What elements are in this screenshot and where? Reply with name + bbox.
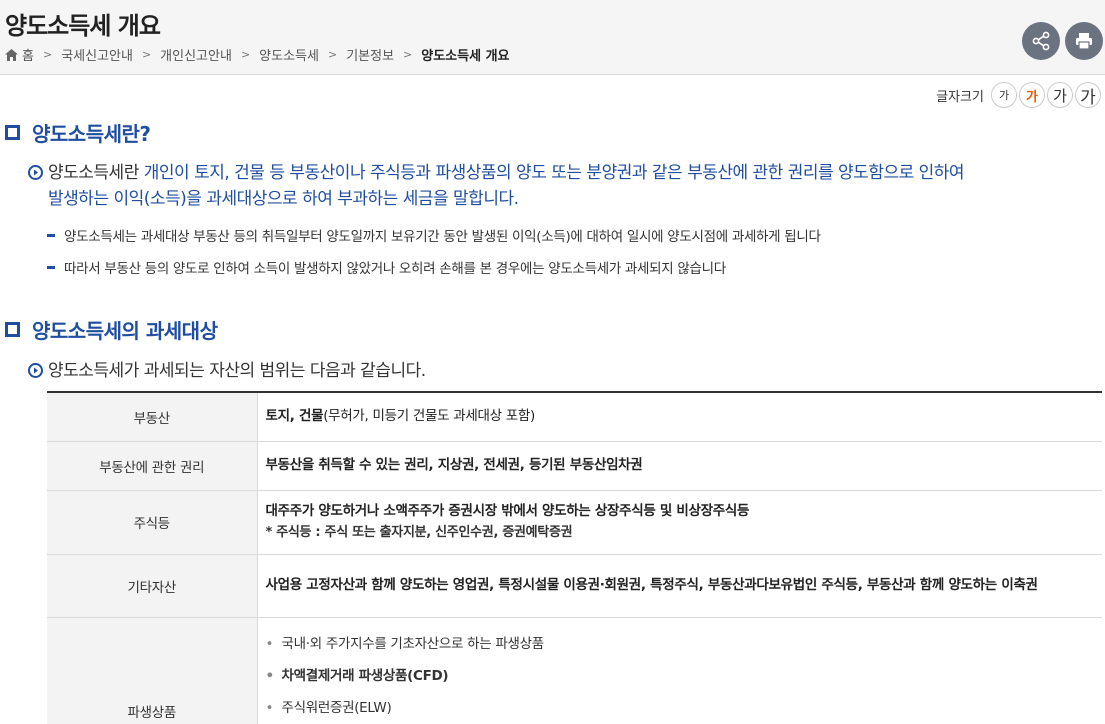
row-content: 국내·외 주가지수를 기초자산으로 하는 파생상품 차액결제거래 파생상품(CF… xyxy=(257,617,1102,724)
row-bold-text: 토지, 건물 xyxy=(265,408,324,425)
share-icon xyxy=(1032,31,1050,51)
scope-paragraph: 양도소득세가 과세되는 자산의 범위는 다음과 같습니다. xyxy=(28,358,928,384)
row-bold-text: 부동산을 취득할 수 있는 권리, 지상권, 전세권, 등기된 부동산임차권 xyxy=(265,457,643,473)
print-button[interactable] xyxy=(1065,22,1103,60)
arrow-circle-icon xyxy=(28,363,43,378)
row-content: 사업용 고정자산과 함께 양도하는 영업권, 특정시설물 이용권·회원권, 특정… xyxy=(257,554,1102,618)
list-item-text: 양도소득세는 과세대상 부동산 등의 취득일부터 양도일까지 보유기간 동안 발… xyxy=(64,229,821,245)
font-size-control: 글자크기 가 가 가 가 xyxy=(936,82,1101,108)
font-size-default-button[interactable]: 가 xyxy=(1019,82,1045,108)
chevron-right-icon: > xyxy=(240,48,251,61)
breadcrumb: 홈 > 국세신고안내 > 개인신고안내 > 양도소득세 > 기본정보 > 양도소… xyxy=(5,45,510,64)
list-item: 주식워런증권(ELW) xyxy=(266,692,1095,724)
dash-bullet-icon xyxy=(47,233,55,237)
row-content: 대주주가 양도하거나 소액주주가 증권시장 밖에서 양도하는 상장주식등 및 비… xyxy=(257,490,1102,555)
table-row: 부동산에 관한 권리 부동산을 취득할 수 있는 권리, 지상권, 전세권, 등… xyxy=(47,441,1102,491)
chevron-right-icon: > xyxy=(141,48,152,61)
square-bullet-icon xyxy=(5,322,20,337)
breadcrumb-personal-filing-guide[interactable]: 개인신고안내 xyxy=(160,45,232,64)
section-title-text: 양도소득세란? xyxy=(32,122,151,146)
font-size-small-button[interactable]: 가 xyxy=(991,82,1017,108)
row-content: 부동산을 취득할 수 있는 권리, 지상권, 전세권, 등기된 부동산임차권 xyxy=(257,441,1102,491)
definition-term: 양도소득세란 xyxy=(48,163,144,183)
row-label: 기타자산 xyxy=(47,554,258,618)
table-row: 파생상품 국내·외 주가지수를 기초자산으로 하는 파생상품 차액결제거래 파생… xyxy=(47,617,1102,724)
table-row: 주식등 대주주가 양도하거나 소액주주가 증권시장 밖에서 양도하는 상장주식등… xyxy=(47,490,1102,555)
row-label: 주식등 xyxy=(47,490,258,555)
breadcrumb-capital-gains-tax[interactable]: 양도소득세 xyxy=(259,45,319,64)
chevron-right-icon: > xyxy=(42,48,53,61)
section-title-text: 양도소득세의 과세대상 xyxy=(32,319,218,343)
font-size-large-button[interactable]: 가 xyxy=(1047,82,1073,108)
font-size-label: 글자크기 xyxy=(936,89,984,105)
chevron-right-icon: > xyxy=(327,48,338,61)
section-title-what-is: 양도소득세란? xyxy=(5,118,151,147)
square-bullet-icon xyxy=(5,125,20,140)
definition-paragraph: 양도소득세란 개인이 토지, 건물 등 부동산이나 주식등과 파생상품의 양도 … xyxy=(28,160,1088,212)
definition-continuation: 발생하는 이익(소득)을 과세대상으로 하여 부과하는 세금을 말합니다. xyxy=(48,189,519,209)
derivatives-list: 국내·외 주가지수를 기초자산으로 하는 파생상품 차액결제거래 파생상품(CF… xyxy=(266,628,1095,724)
arrow-circle-icon xyxy=(28,165,43,180)
definition-highlight: 개인이 토지, 건물 등 부동산이나 주식등과 파생상품의 양도 또는 분양권과… xyxy=(143,163,965,183)
share-button[interactable] xyxy=(1022,22,1060,60)
table-row: 부동산 토지, 건물(무허가, 미등기 건물도 과세대상 포함) xyxy=(47,392,1102,442)
table-row: 기타자산 사업용 고정자산과 함께 양도하는 영업권, 특정시설물 이용권·회원… xyxy=(47,554,1102,618)
row-bold-text: 사업용 고정자산과 함께 양도하는 영업권, 특정시설물 이용권·회원권, 특정… xyxy=(265,577,1038,593)
breadcrumb-tax-filing-guide[interactable]: 국세신고안내 xyxy=(61,45,133,64)
row-normal-text: (무허가, 미등기 건물도 과세대상 포함) xyxy=(323,408,535,425)
breadcrumb-home[interactable]: 홈 xyxy=(22,45,34,64)
row-note: * 주식등 : 주식 또는 출자지분, 신주인수권, 증권예탁증권 xyxy=(265,525,573,540)
chevron-right-icon: > xyxy=(403,48,413,61)
row-label: 부동산에 관한 권리 xyxy=(47,441,258,491)
page-header: 양도소득세 개요 홈 > 국세신고안내 > 개인신고안내 > 양도소득세 > 기… xyxy=(0,0,1105,75)
dash-bullet-icon xyxy=(47,265,55,269)
list-item-text: 따라서 부동산 등의 양도로 인하여 소득이 발생하지 않았거나 오히려 손해를… xyxy=(64,261,726,277)
row-label: 부동산 xyxy=(47,392,258,442)
row-content: 토지, 건물(무허가, 미등기 건물도 과세대상 포함) xyxy=(257,392,1102,442)
taxable-assets-table: 부동산 토지, 건물(무허가, 미등기 건물도 과세대상 포함) 부동산에 관한… xyxy=(47,391,1102,724)
list-item: 따라서 부동산 등의 양도로 인하여 소득이 발생하지 않았거나 오히려 손해를… xyxy=(47,257,726,277)
breadcrumb-basic-info[interactable]: 기본정보 xyxy=(346,45,394,64)
section-title-taxable: 양도소득세의 과세대상 xyxy=(5,315,218,344)
row-label: 파생상품 xyxy=(47,617,258,724)
list-item: 양도소득세는 과세대상 부동산 등의 취득일부터 양도일까지 보유기간 동안 발… xyxy=(47,225,821,245)
list-item: 국내·외 주가지수를 기초자산으로 하는 파생상품 xyxy=(266,628,1095,660)
row-bold-text: 대주주가 양도하거나 소액주주가 증권시장 밖에서 양도하는 상장주식등 및 비… xyxy=(265,503,750,519)
scope-text: 양도소득세가 과세되는 자산의 범위는 다음과 같습니다. xyxy=(48,361,426,381)
breadcrumb-current: 양도소득세 개요 xyxy=(421,49,510,64)
home-icon[interactable] xyxy=(5,48,18,61)
page-title: 양도소득세 개요 xyxy=(5,12,161,40)
list-item: 차액결제거래 파생상품(CFD) xyxy=(266,660,1095,692)
font-size-xlarge-button[interactable]: 가 xyxy=(1075,82,1101,108)
print-icon xyxy=(1076,33,1092,50)
